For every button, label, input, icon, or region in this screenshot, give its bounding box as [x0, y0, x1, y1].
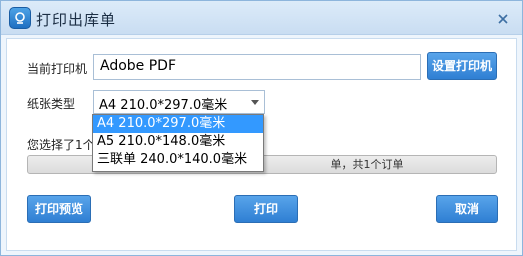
- print-dialog: 打印出库单 当前打印机 Adobe PDF 设置打印机 纸张类型 A4 210.…: [0, 0, 523, 256]
- paper-type-select[interactable]: A4 210.0*297.0毫米: [93, 90, 265, 114]
- printer-label: 当前打印机: [27, 62, 88, 76]
- chevron-down-icon[interactable]: [251, 100, 259, 105]
- paper-type-dropdown-list: A4 210.0*297.0毫米 A5 210.0*148.0毫米 三联单 24…: [92, 114, 264, 172]
- paper-option-triplicate[interactable]: 三联单 240.0*140.0毫米: [93, 151, 263, 169]
- selection-info-text: 您选择了1个: [27, 138, 95, 152]
- printer-name-field[interactable]: Adobe PDF: [93, 54, 421, 80]
- progress-label: 单，共1个订单: [330, 158, 404, 171]
- paper-type-value: A4 210.0*297.0毫米: [99, 98, 228, 113]
- cancel-button[interactable]: 取消: [436, 195, 498, 223]
- paper-type-label: 纸张类型: [27, 97, 76, 111]
- paper-option-a4[interactable]: A4 210.0*297.0毫米: [93, 115, 263, 133]
- paper-option-a5[interactable]: A5 210.0*148.0毫米: [93, 133, 263, 151]
- close-icon[interactable]: [496, 11, 510, 25]
- print-preview-button[interactable]: 打印预览: [27, 195, 91, 223]
- title-bar[interactable]: 打印出库单: [1, 1, 522, 35]
- print-button[interactable]: 打印: [234, 195, 298, 223]
- window-title: 打印出库单: [36, 11, 117, 29]
- setup-printer-button[interactable]: 设置打印机: [427, 52, 497, 80]
- app-logo-icon: [9, 7, 31, 29]
